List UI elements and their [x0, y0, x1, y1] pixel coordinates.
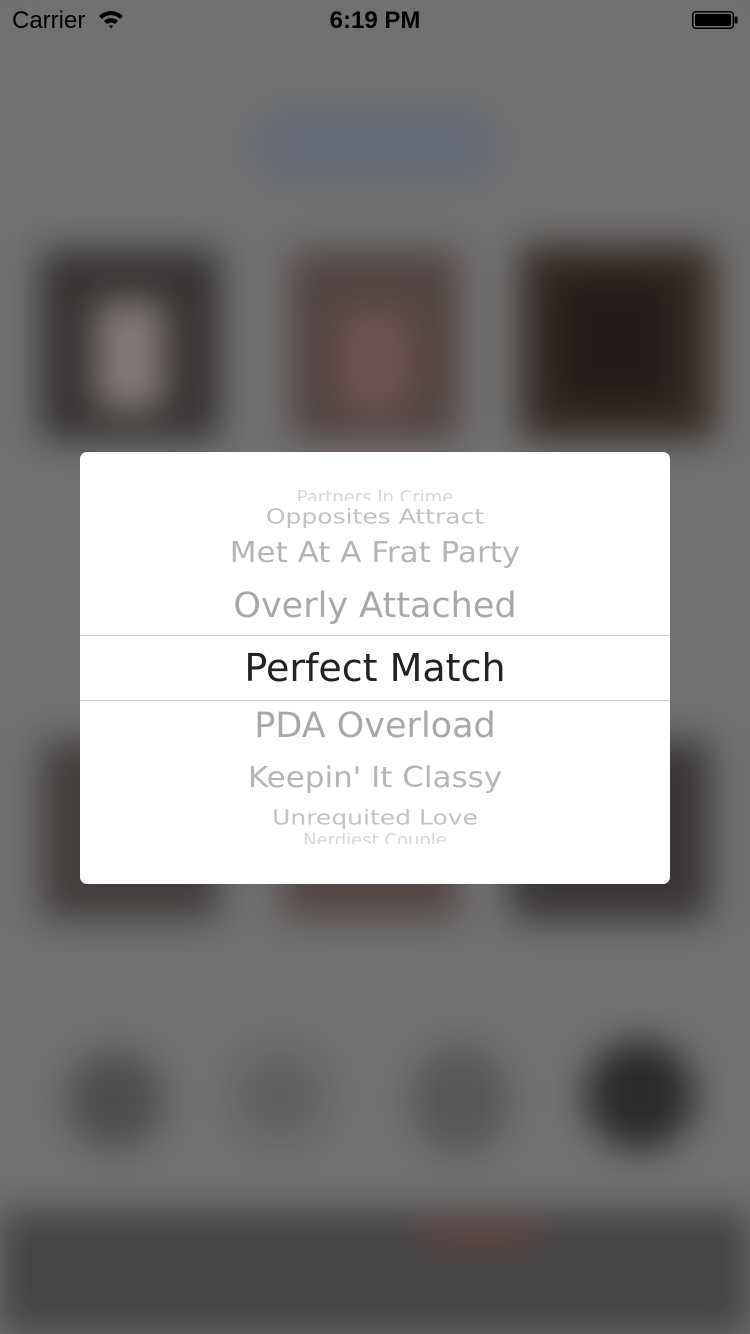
- picker-option-selected[interactable]: Perfect Match: [80, 649, 670, 687]
- battery-icon: [692, 11, 738, 29]
- picker-option[interactable]: Nerdiest Couple: [80, 832, 670, 844]
- picker-option[interactable]: Unrequited Love: [80, 807, 670, 828]
- picker-option[interactable]: PDA Overload: [80, 709, 670, 744]
- picker-option[interactable]: Partners In Crime: [80, 489, 670, 501]
- selection-indicator-bottom: [80, 700, 670, 701]
- clock: 6:19 PM: [329, 7, 421, 34]
- picker-option[interactable]: Met At A Frat Party: [80, 539, 670, 568]
- status-bar: Carrier 6:19 PM: [0, 0, 750, 40]
- picker-option[interactable]: Keepin' It Classy: [80, 764, 670, 793]
- picker-option[interactable]: Overly Attached: [80, 589, 670, 624]
- picker-option[interactable]: Opposites Attract: [80, 506, 670, 527]
- relationship-picker[interactable]: Partners In Crime Opposites Attract Met …: [80, 452, 670, 884]
- selection-indicator-top: [80, 635, 670, 636]
